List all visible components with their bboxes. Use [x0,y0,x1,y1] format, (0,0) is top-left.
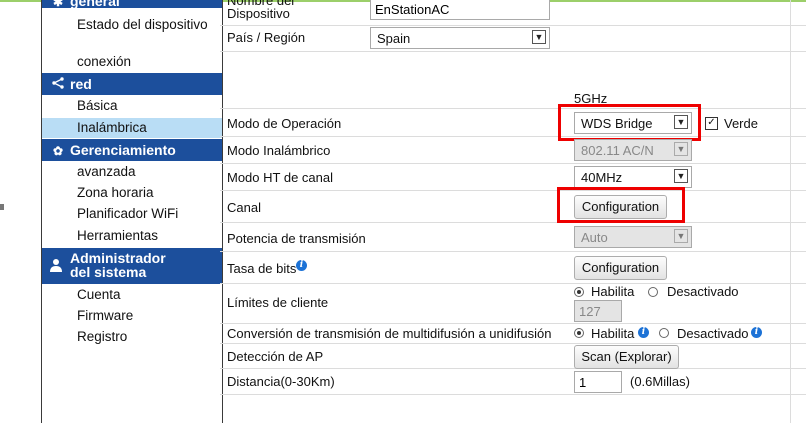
sidebar-item-basica[interactable]: Básica [42,98,222,114]
sidebar-item-avanzada-label: avanzada [77,164,136,179]
row-country: País / Región Spain ▼ [220,26,806,52]
wireless-mode-select[interactable]: 802.11 AC/N ▼ [574,139,692,161]
sidebar-item-herramientas-label: Herramientas [77,228,159,243]
section-administrador[interactable]: Administrador del sistema [42,248,222,284]
ap-detection-label: Detección de AP [227,349,324,364]
row-tx-power: Potencia de transmisión Auto ▼ [220,223,806,252]
highlight-operation-mode [558,104,701,141]
sidebar-item-cuenta[interactable]: Cuenta [42,287,222,303]
main-panel: Nombre del Dispositivo País / Región Spa… [220,0,806,423]
chevron-down-icon: ▼ [674,229,688,243]
ht-mode-select[interactable]: 40MHz ▼ [574,166,692,188]
distance-label: Distancia(0-30Km) [227,374,335,389]
section-red[interactable]: red [42,73,222,95]
sidebar-item-zona-label: Zona horaria [77,185,154,200]
row-client-limit: Límites de cliente Habilita Desactivado [220,284,806,324]
sidebar-item-registro[interactable]: Registro [42,329,222,345]
client-limit-enable-radio[interactable] [574,287,584,297]
wireless-mode-value: 802.11 AC/N [581,143,654,158]
green-label: Verde [724,116,758,131]
sidebar-item-registro-label: Registro [77,329,128,344]
multicast-disable-label: Desactivado [677,326,749,341]
row-distance: Distancia(0-30Km) (0.6Millas) [220,369,806,395]
row-ht-mode: Modo HT de canal 40MHz ▼ [220,164,806,191]
client-limit-enable-label: Habilita [591,284,635,299]
multicast-enable-label: Habilita [591,326,635,341]
green-checkbox[interactable]: ✓ [705,117,718,130]
row-channel: Canal Configuration [220,191,806,223]
section-gerenciamiento-label: Gerenciamiento [70,142,176,158]
device-name-label: Nombre del Dispositivo [227,0,295,21]
sidebar-item-cuenta-label: Cuenta [77,287,121,302]
device-name-input[interactable] [370,0,550,20]
info-icon[interactable]: i [751,327,762,338]
section-general-label: general [70,0,120,9]
chevron-down-icon: ▼ [674,142,688,156]
sidebar: ✱ general Estado del dispositivo conexión… [41,0,223,423]
sidebar-item-planificador-label: Planificador WiFi [77,206,179,221]
multicast-label: Conversión de transmisión de multidifusi… [227,326,552,341]
sidebar-item-inalambrica-label: Inalámbrica [77,120,147,135]
client-limit-disable-radio[interactable] [648,287,658,297]
sidebar-item-basica-label: Básica [77,98,118,113]
wireless-mode-label: Modo Inalámbrico [227,143,331,158]
section-administrador-line2: del sistema [70,264,147,280]
chevron-down-icon: ▼ [532,30,546,44]
sidebar-item-planificador[interactable]: Planificador WiFi [42,206,222,222]
client-limit-label: Límites de cliente [227,295,329,310]
row-ap-detection: Detección de AP Scan (Explorar) [220,344,806,369]
tx-power-label: Potencia de transmisión [227,231,366,246]
client-limit-input[interactable] [574,300,622,322]
gear-icon: ✿ [52,144,64,158]
ht-mode-value: 40MHz [581,170,623,185]
section-administrador-line1: Administrador [70,250,166,266]
client-limit-disable-label: Desactivado [667,284,739,299]
section-general[interactable]: ✱ general [42,0,222,9]
row-multicast: Conversión de transmisión de multidifusi… [220,324,806,344]
info-icon[interactable]: i [296,260,307,271]
info-icon[interactable]: i [638,327,649,338]
bitrate-label-text: Tasa de bits [227,261,297,276]
row-bitrate: Tasa de bits i Configuration [220,252,806,284]
sidebar-item-estado-label: Estado del dispositivo [77,17,208,32]
country-label: País / Región [227,30,306,45]
edge-marker [0,204,4,210]
tx-power-value: Auto [581,230,608,245]
sidebar-item-conexion-label: conexión [77,54,132,69]
country-value: Spain [377,31,411,46]
ht-mode-label: Modo HT de canal [227,170,333,185]
row-operation-mode: Modo de Operación WDS Bridge ▼ ✓ Verde [220,109,806,137]
share-icon [50,74,66,96]
sidebar-item-inalambrica[interactable]: Inalámbrica [42,118,222,138]
sidebar-item-herramientas[interactable]: Herramientas [42,228,222,244]
distance-miles: (0.6Millas) [630,374,690,389]
channel-label: Canal [227,200,261,215]
row-wireless-mode: Modo Inalámbrico 802.11 AC/N ▼ [220,137,806,164]
distance-input[interactable] [574,371,622,393]
sidebar-item-avanzada[interactable]: avanzada [42,164,222,180]
section-red-label: red [70,76,92,92]
multicast-enable-radio[interactable] [574,328,584,338]
sidebar-item-firmware[interactable]: Firmware [42,308,222,324]
scan-button[interactable]: Scan (Explorar) [574,345,679,369]
chevron-down-icon: ▼ [674,169,688,183]
country-select[interactable]: Spain ▼ [370,27,550,49]
bitrate-configuration-button[interactable]: Configuration [574,256,667,280]
row-device-name: Nombre del Dispositivo [220,0,806,26]
sidebar-item-firmware-label: Firmware [77,308,134,323]
section-gerenciamiento[interactable]: ✿ Gerenciamiento [42,139,222,161]
sidebar-item-conexion[interactable]: conexión [42,54,222,70]
highlight-channel [557,187,685,223]
bitrate-label: Tasa de bits [227,261,296,276]
user-icon [48,258,64,275]
tx-power-select[interactable]: Auto ▼ [574,226,692,248]
multicast-disable-radio[interactable] [659,328,669,338]
sidebar-item-zona[interactable]: Zona horaria [42,185,222,201]
operation-mode-label: Modo de Operación [227,116,342,131]
settings-icon: ✱ [52,0,64,9]
sidebar-item-estado[interactable]: Estado del dispositivo [42,17,222,33]
